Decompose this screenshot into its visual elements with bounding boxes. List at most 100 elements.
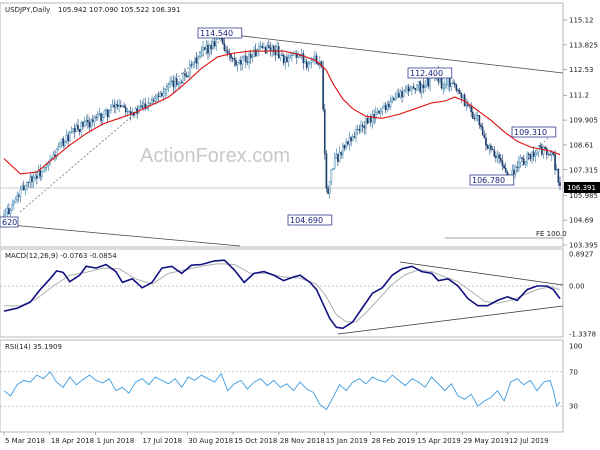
x-tick-label: 29 May 2019	[463, 437, 509, 445]
candle-body	[6, 208, 9, 213]
candle-body	[481, 126, 484, 136]
candle-body	[159, 93, 162, 97]
candle-body	[396, 93, 398, 99]
candle-body	[383, 105, 385, 109]
candle-body	[480, 124, 482, 128]
candle-body	[119, 104, 122, 107]
candle-body	[3, 214, 5, 217]
candle-body	[105, 109, 107, 112]
candle-body	[346, 141, 349, 145]
candle-body	[13, 201, 15, 205]
candle-body	[59, 142, 61, 147]
candle-body	[473, 118, 476, 120]
x-tick-label: 30 Aug 2018	[188, 437, 233, 445]
candle-body	[397, 93, 400, 98]
candle-body	[386, 103, 389, 110]
candle-body	[284, 56, 287, 64]
candle-body	[356, 128, 359, 130]
price-tick-label: 107.315	[569, 166, 598, 174]
candle-body	[501, 160, 504, 166]
rsi-tick-label: 30	[569, 403, 578, 411]
candle-body	[363, 126, 366, 129]
price-tick-label: 108.61	[569, 141, 594, 149]
candle-body	[557, 168, 560, 183]
price-tick-label: 104.69	[569, 217, 594, 225]
candle-body	[516, 166, 519, 168]
watermark: ActionForex.com	[140, 145, 290, 167]
rsi-title: RSI(14) 35.1909	[5, 343, 62, 351]
candle-body	[440, 77, 443, 89]
candle-body	[72, 128, 74, 132]
candle-body	[424, 85, 426, 88]
candle-body	[73, 128, 76, 133]
candle-body	[355, 129, 357, 138]
candle-body	[328, 181, 331, 195]
candle-body	[27, 181, 30, 183]
candle-body	[90, 119, 92, 128]
candle-body	[394, 97, 397, 101]
candle-body	[519, 157, 522, 163]
candle-body	[190, 64, 193, 66]
candle-body	[235, 60, 237, 66]
candle-body	[391, 98, 394, 102]
candle-body	[549, 154, 551, 156]
candle-body	[39, 169, 41, 177]
candle-body	[113, 104, 116, 108]
candle-body	[180, 82, 183, 84]
candle-body	[143, 103, 145, 108]
candle-body	[139, 105, 142, 107]
candle-body	[281, 54, 283, 56]
candle-body	[96, 114, 99, 118]
candle-body	[399, 91, 402, 98]
candle-body	[518, 162, 520, 168]
candle-body	[472, 111, 474, 119]
candle-body	[360, 125, 362, 131]
candle-body	[365, 118, 367, 129]
candle-body	[416, 84, 418, 91]
candle-body	[467, 104, 469, 107]
candle-body	[468, 105, 471, 107]
candle-body	[95, 116, 97, 118]
candle-body	[42, 167, 45, 172]
candle-body	[268, 45, 270, 49]
candle-body	[534, 154, 537, 157]
candle-body	[115, 104, 117, 108]
candle-body	[523, 158, 525, 165]
candle-body	[21, 185, 23, 190]
macd-title: MACD(12,26,9) -0.0763 -0.0854	[5, 252, 117, 260]
candle-body	[409, 88, 412, 92]
candle-body	[532, 151, 535, 157]
candle-body	[138, 105, 140, 114]
candle-body	[226, 50, 229, 54]
candle-body	[310, 60, 313, 63]
candle-body	[266, 45, 268, 54]
candle-body	[350, 137, 352, 142]
candle-body	[36, 175, 38, 179]
candle-body	[34, 175, 37, 179]
price-level-label: 104.690	[290, 216, 323, 225]
candle-body	[314, 55, 316, 59]
candle-body	[457, 89, 459, 91]
last-price-value: 106.391	[567, 184, 596, 192]
candle-body	[128, 111, 130, 113]
candle-body	[172, 80, 175, 88]
candle-body	[282, 54, 285, 64]
x-tick-label: 5 Mar 2018	[5, 437, 45, 445]
candle-body	[151, 100, 153, 104]
candle-body	[240, 60, 242, 65]
candle-body	[177, 83, 180, 85]
candle-body	[478, 115, 481, 126]
candle-body	[166, 86, 168, 90]
ohlc-readout: 105.942 107.090 105.522 106.391	[58, 6, 180, 14]
candle-body	[462, 94, 464, 99]
candle-body	[529, 154, 532, 160]
candle-body	[376, 110, 379, 114]
candle-body	[559, 182, 561, 186]
candle-body	[187, 75, 190, 78]
candle-body	[412, 86, 415, 89]
x-tick-label: 28 Nov 2018	[280, 437, 325, 445]
candle-body	[263, 47, 265, 49]
candle-body	[338, 152, 341, 162]
candle-body	[22, 185, 25, 191]
candle-body	[221, 38, 224, 44]
